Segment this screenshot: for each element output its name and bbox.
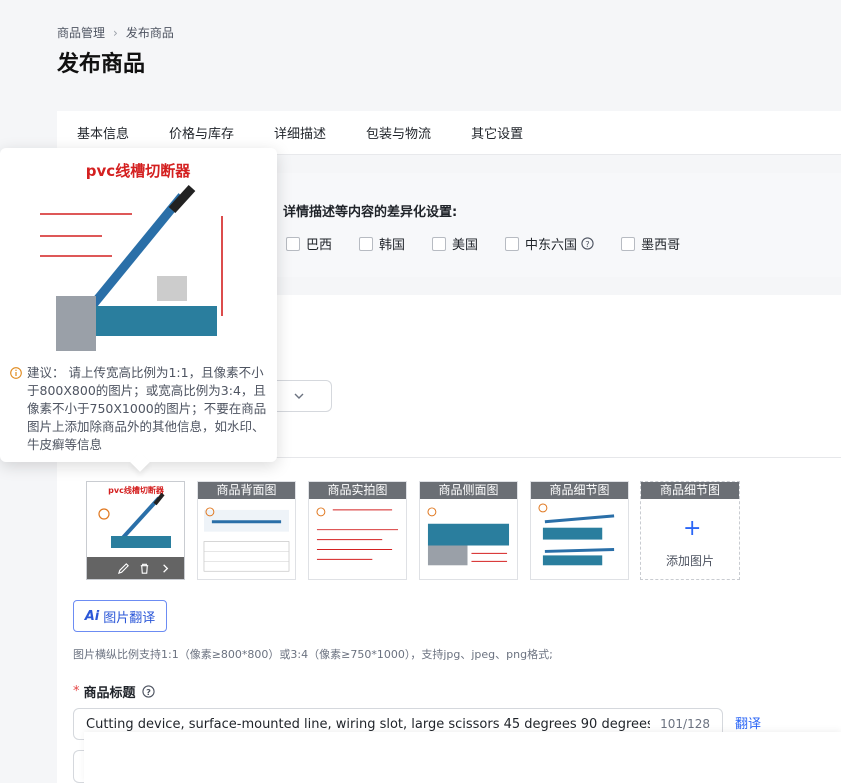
ai-icon: Ai [84,608,100,624]
question-circle-icon[interactable]: ? [581,237,594,250]
image-toolbar [87,557,184,579]
product-image [427,507,510,566]
image-thumb-back[interactable]: 商品背面图 [197,481,296,580]
checkbox[interactable] [359,236,374,251]
image-translate-button[interactable]: Ai 图片翻译 [73,600,167,632]
product-image: pvc线槽切断器 [98,485,171,548]
image-thumb-main[interactable]: pvc线槽切断器 [86,481,185,580]
site-option-korea[interactable]: 韩国 [359,234,405,253]
product-title-label: * 商品标题 ? [73,682,155,701]
tab-basic-info[interactable]: 基本信息 [77,123,129,142]
tab-other-settings[interactable]: 其它设置 [471,123,523,142]
chevron-right-icon[interactable] [159,562,172,575]
product-image [316,507,399,560]
chevron-right-icon: › [113,25,118,40]
chevron-down-icon [294,393,304,399]
site-settings-title: 详情描述等内容的差异化设置: [283,205,458,220]
breadcrumb: 商品管理 › 发布商品 [57,24,174,41]
checkbox[interactable] [621,236,636,251]
char-counter: 101/128 [660,717,710,731]
image-thumb-detail[interactable]: 商品细节图 [530,481,629,580]
breadcrumb-parent[interactable]: 商品管理 [57,24,105,41]
svg-text:pvc线槽切断器: pvc线槽切断器 [108,485,165,495]
tab-description[interactable]: 详细描述 [274,123,326,142]
tab-price-stock[interactable]: 价格与库存 [169,123,234,142]
breadcrumb-current: 发布商品 [125,26,174,40]
product-image [203,507,290,572]
site-option-middle-east[interactable]: 中东六国 ? [505,234,594,253]
overlay-panel [84,732,841,783]
image-format-hint: 图片横纵比例支持1:1（像素≥800*800）或3:4（像素≥750*1000）… [73,648,553,661]
site-option-usa[interactable]: 美国 [432,234,478,253]
image-upload-tip: 建议： 请上传宽高比例为1:1，且像素不小于800X800的图片；或宽高比例为3… [10,364,270,454]
required-mark: * [73,684,80,699]
checkbox[interactable] [505,236,520,251]
site-option-brazil[interactable]: 巴西 [286,234,332,253]
product-image [538,503,615,566]
question-circle-icon[interactable]: ? [141,685,155,698]
image-thumb-real[interactable]: 商品实拍图 [308,481,407,580]
svg-text:pvc线槽切断器: pvc线槽切断器 [86,162,191,180]
site-option-mexico[interactable]: 墨西哥 [621,234,680,253]
tab-packaging[interactable]: 包装与物流 [366,123,431,142]
plus-icon: + [683,516,702,541]
trash-icon[interactable] [138,562,151,575]
svg-text:?: ? [146,687,151,697]
image-thumb-side[interactable]: 商品侧面图 [419,481,518,580]
page-title: 发布商品 [57,52,146,77]
checkbox[interactable] [286,236,300,251]
product-image-large: pvc线槽切断器 [32,156,244,361]
translate-link[interactable]: 翻译 [735,713,761,732]
site-options: 巴西 韩国 美国 中东六国 ? 墨西哥 [286,234,707,253]
add-image-button[interactable]: 商品细节图 + 添加图片 [640,481,740,580]
image-preview-popover: pvc线槽切断器 建议： 请上传宽高比例为1:1，且像素不小于800X800的图… [0,148,277,472]
checkbox[interactable] [432,236,447,251]
edit-icon[interactable] [117,562,130,575]
svg-text:?: ? [585,239,589,249]
info-icon [10,367,22,379]
